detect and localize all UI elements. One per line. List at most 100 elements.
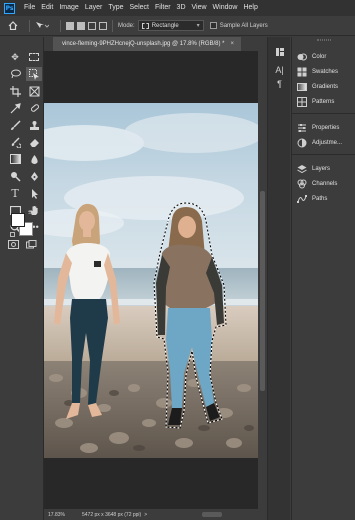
separator [112, 19, 113, 32]
photoshop-logo[interactable]: Ps [4, 2, 15, 14]
pen-tool-icon[interactable] [26, 169, 42, 183]
panel-adjustments-label: Adjustme... [312, 139, 343, 146]
document-tab-title: vince-fleming-9PHZHcnejQ-unsplash.jpg @ … [62, 41, 225, 47]
brush-tool-icon[interactable] [7, 118, 23, 132]
panel-patterns-label: Patterns [312, 98, 335, 105]
history-panel-icon[interactable] [268, 45, 291, 59]
menu-select[interactable]: Select [127, 0, 152, 16]
history-brush-tool-icon[interactable] [7, 135, 23, 149]
menu-file[interactable]: File [21, 0, 38, 16]
menu-help[interactable]: Help [240, 0, 260, 16]
selection-mode-group [66, 21, 107, 30]
subtract-from-selection-icon[interactable] [88, 21, 96, 30]
document-info: 5472 px x 3648 px (72 ppi) [82, 511, 142, 518]
panel-group-layers: Layers Channels Paths [292, 155, 355, 210]
panel-gradients-label: Gradients [312, 83, 339, 90]
tool-preset-icon[interactable] [35, 21, 49, 30]
separator [29, 19, 30, 32]
panel-gradients[interactable]: Gradients [292, 79, 355, 94]
panel-layers-label: Layers [312, 165, 331, 172]
photoshop-window: Ps File Edit Image Layer Type Select Fil… [0, 0, 355, 520]
document-image[interactable] [44, 103, 258, 458]
layers-panel-icon [297, 164, 307, 174]
swatches-panel-icon [297, 67, 307, 77]
panel-paths[interactable]: Paths [292, 191, 355, 206]
panel-channels[interactable]: Channels [292, 176, 355, 191]
path-selection-tool-icon[interactable] [26, 186, 42, 200]
color-panel-icon [297, 52, 307, 62]
menu-bar: Ps File Edit Image Layer Type Select Fil… [0, 0, 355, 16]
panel-paths-label: Paths [312, 195, 328, 202]
panel-swatches-label: Swatches [312, 68, 339, 75]
status-bar: 17.83% 5472 px x 3648 px (72 ppi) > [44, 509, 267, 520]
frame-tool-icon[interactable] [26, 84, 42, 98]
mode-select[interactable]: Rectangle ▾ [137, 20, 204, 31]
panel-group-color: Color Swatches Gradients Patterns [292, 43, 355, 114]
crop-tool-icon[interactable] [7, 84, 23, 98]
dodge-tool-icon[interactable] [7, 169, 23, 183]
mode-value: Rectangle [151, 22, 179, 29]
separator [60, 19, 61, 32]
eyedropper-tool-icon[interactable] [7, 101, 23, 115]
menu-window[interactable]: Window [210, 0, 241, 16]
gradient-tool-icon[interactable] [7, 152, 23, 166]
menu-type[interactable]: Type [105, 0, 126, 16]
menu-layer[interactable]: Layer [82, 0, 106, 16]
mode-rect-icon [141, 22, 149, 29]
panel-properties-label: Properties [312, 124, 340, 131]
eraser-tool-icon[interactable] [26, 135, 42, 149]
mode-label: Mode: [118, 22, 135, 29]
intersect-selection-icon[interactable] [99, 21, 107, 30]
tools-panel: ✥ T ••• ⇆ [0, 37, 44, 520]
blur-tool-icon[interactable] [26, 152, 42, 166]
menu-image[interactable]: Image [56, 0, 81, 16]
panel-icon-strip: A| ¶ [267, 37, 290, 520]
panel-adjustments[interactable]: Adjustme... [292, 135, 355, 150]
properties-panel-icon [297, 123, 307, 133]
panel-patterns[interactable]: Patterns [292, 94, 355, 109]
horizontal-scrollbar-thumb[interactable] [202, 512, 222, 517]
patterns-panel-icon [297, 96, 307, 107]
vertical-scrollbar[interactable] [258, 51, 267, 509]
panel-properties[interactable]: Properties [292, 120, 355, 135]
options-bar: Mode: Rectangle ▾ Sample All Layers [0, 16, 355, 36]
chevron-down-icon: ▾ [196, 23, 200, 29]
zoom-level[interactable]: 17.83% [44, 512, 72, 518]
document-tab[interactable]: vince-fleming-9PHZHcnejQ-unsplash.jpg @ … [53, 37, 241, 51]
panel-group-properties: Properties Adjustme... [292, 114, 355, 155]
healing-brush-tool-icon[interactable] [26, 101, 42, 115]
default-colors-icon[interactable] [10, 232, 15, 237]
sample-all-layers-checkbox[interactable] [209, 22, 217, 29]
screen-mode-icon[interactable] [26, 240, 37, 249]
panel-channels-label: Channels [312, 180, 338, 187]
paragraph-panel-icon[interactable]: ¶ [268, 77, 291, 91]
menu-view[interactable]: View [189, 0, 210, 16]
type-tool-icon[interactable]: T [7, 186, 23, 200]
menu-3d[interactable]: 3D [174, 0, 189, 16]
menu-edit[interactable]: Edit [38, 0, 56, 16]
vertical-scrollbar-thumb[interactable] [260, 191, 265, 391]
home-icon[interactable] [8, 21, 18, 30]
menu-filter[interactable]: Filter [152, 0, 174, 16]
panel-color-label: Color [312, 53, 327, 60]
object-selection-tool-icon[interactable] [26, 67, 42, 81]
swap-colors-icon[interactable]: ⇆ [28, 209, 33, 216]
panels-dock: Color Swatches Gradients Patterns Proper… [291, 37, 355, 520]
add-to-selection-icon[interactable] [77, 21, 85, 30]
panel-color[interactable]: Color [292, 49, 355, 64]
panel-swatches[interactable]: Swatches [292, 64, 355, 79]
close-tab-icon[interactable]: × [231, 41, 235, 47]
clone-stamp-tool-icon[interactable] [26, 118, 42, 132]
marquee-tool-icon[interactable] [26, 50, 42, 64]
quick-mask-icon[interactable] [8, 240, 19, 249]
sample-all-layers-label: Sample All Layers [219, 22, 268, 29]
lasso-tool-icon[interactable] [7, 67, 23, 81]
character-panel-icon[interactable]: A| [268, 63, 291, 77]
adjustments-panel-icon [297, 138, 307, 148]
channels-panel-icon [297, 179, 307, 189]
move-tool-icon[interactable]: ✥ [7, 50, 23, 64]
status-menu-arrow[interactable]: > [144, 512, 147, 518]
panel-layers[interactable]: Layers [292, 161, 355, 176]
new-selection-icon[interactable] [66, 21, 74, 30]
foreground-color-swatch[interactable] [11, 213, 25, 227]
